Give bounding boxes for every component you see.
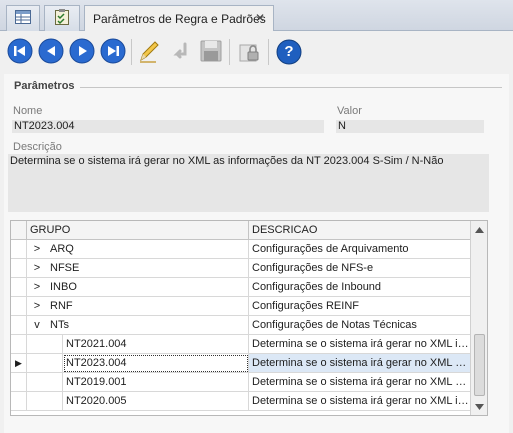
section-title: Parâmetros bbox=[14, 80, 75, 92]
table-row[interactable]: NT2020.005 Determina se o sistema irá ge… bbox=[11, 392, 471, 411]
save-button[interactable] bbox=[197, 38, 225, 66]
last-record-button[interactable] bbox=[99, 38, 127, 66]
scroll-up-icon[interactable] bbox=[473, 224, 485, 236]
parameter-description: Determina se o sistema irá gerar no XML … bbox=[249, 373, 471, 392]
row-indicator bbox=[11, 335, 27, 354]
toolbar: ? bbox=[0, 31, 513, 71]
vertical-scrollbar[interactable] bbox=[470, 221, 487, 415]
help-button[interactable]: ? bbox=[275, 38, 303, 66]
indent-spacer bbox=[27, 354, 63, 373]
row-indicator bbox=[11, 373, 27, 392]
close-tab-icon[interactable]: ✕ bbox=[255, 11, 265, 25]
indicator-header bbox=[11, 221, 27, 240]
expand-icon[interactable]: > bbox=[27, 278, 47, 297]
parameters-grid: GRUPO DESCRICAO > ARQ Configurações de A… bbox=[10, 220, 488, 416]
parameter-description: Determina se o sistema irá gerar no XML … bbox=[249, 335, 471, 354]
group-description: Configurações de NFS-e bbox=[249, 259, 471, 278]
description-field[interactable]: Determina se o sistema irá gerar no XML … bbox=[8, 154, 489, 212]
parameter-description: Determina se o sistema irá gerar no XML … bbox=[249, 392, 471, 411]
value-label: Valor bbox=[337, 105, 362, 117]
table-row[interactable]: NT2019.001 Determina se o sistema irá ge… bbox=[11, 373, 471, 392]
tab-bar: Parâmetros de Regra e Padrões ✕ bbox=[0, 0, 513, 32]
undo-button[interactable] bbox=[166, 38, 194, 66]
indent-spacer bbox=[27, 392, 63, 411]
group-name: RNF bbox=[47, 297, 249, 316]
next-record-button[interactable] bbox=[68, 38, 96, 66]
first-record-button[interactable] bbox=[6, 38, 34, 66]
group-row[interactable]: > INBO Configurações de Inbound bbox=[11, 278, 471, 297]
group-row[interactable]: > NFSE Configurações de NFS-e bbox=[11, 259, 471, 278]
lock-icon bbox=[237, 38, 263, 67]
row-selected-indicator-icon: ▶ bbox=[11, 354, 27, 373]
group-description: Configurações de Arquivamento bbox=[249, 240, 471, 259]
parameter-name: NT2023.004 bbox=[63, 354, 249, 373]
tab-parametros[interactable]: Parâmetros de Regra e Padrões ✕ bbox=[84, 5, 274, 32]
group-row[interactable]: > ARQ Configurações de Arquivamento bbox=[11, 240, 471, 259]
description-label: Descrição bbox=[13, 141, 62, 153]
indent-spacer bbox=[27, 335, 63, 354]
toolbar-separator bbox=[268, 39, 269, 65]
collapse-icon[interactable]: v bbox=[27, 316, 47, 335]
value-field[interactable]: N bbox=[336, 120, 484, 133]
tab-title: Parâmetros de Regra e Padrões bbox=[93, 12, 266, 26]
help-icon: ? bbox=[276, 39, 302, 65]
edit-icon bbox=[136, 38, 162, 67]
group-row-expanded[interactable]: v NTs Configurações de Notas Técnicas bbox=[11, 316, 471, 335]
section-divider bbox=[80, 87, 502, 88]
first-record-icon bbox=[7, 38, 33, 67]
edit-button[interactable] bbox=[135, 38, 163, 66]
name-label: Nome bbox=[13, 105, 43, 117]
help-glyph: ? bbox=[284, 43, 294, 60]
previous-record-button[interactable] bbox=[37, 38, 65, 66]
row-indicator bbox=[11, 316, 27, 335]
group-description: Configurações de Inbound bbox=[249, 278, 471, 297]
tab-grid[interactable] bbox=[6, 5, 40, 31]
parameter-name: NT2020.005 bbox=[63, 392, 249, 411]
parameter-name: NT2021.004 bbox=[63, 335, 249, 354]
row-indicator bbox=[11, 240, 27, 259]
table-row[interactable]: NT2021.004 Determina se o sistema irá ge… bbox=[11, 335, 471, 354]
table-row-selected[interactable]: ▶ NT2023.004 Determina se o sistema irá … bbox=[11, 354, 471, 373]
expand-icon[interactable]: > bbox=[27, 240, 47, 259]
row-indicator bbox=[11, 278, 27, 297]
group-name: NFSE bbox=[47, 259, 249, 278]
expand-icon[interactable]: > bbox=[27, 259, 47, 278]
column-header-descricao[interactable]: DESCRICAO bbox=[249, 221, 471, 240]
toolbar-separator bbox=[131, 39, 132, 65]
indent-spacer bbox=[27, 373, 63, 392]
save-icon bbox=[198, 38, 224, 67]
previous-record-icon bbox=[38, 38, 64, 67]
group-description: Configurações de Notas Técnicas bbox=[249, 316, 471, 335]
scrollbar-thumb[interactable] bbox=[474, 334, 485, 396]
group-description: Configurações REINF bbox=[249, 297, 471, 316]
column-header-grupo[interactable]: GRUPO bbox=[27, 221, 249, 240]
parameter-description: Determina se o sistema irá gerar no XML … bbox=[249, 354, 471, 373]
group-row[interactable]: > RNF Configurações REINF bbox=[11, 297, 471, 316]
name-field[interactable]: NT2023.004 bbox=[12, 120, 324, 133]
group-name: INBO bbox=[47, 278, 249, 297]
lock-button[interactable] bbox=[236, 38, 264, 66]
next-record-icon bbox=[69, 38, 95, 67]
group-name: NTs bbox=[47, 316, 249, 335]
scroll-down-icon[interactable] bbox=[473, 401, 485, 413]
tab-checklist[interactable] bbox=[44, 5, 80, 31]
expand-icon[interactable]: > bbox=[27, 297, 47, 316]
last-record-icon bbox=[100, 38, 126, 67]
parameter-name: NT2019.001 bbox=[63, 373, 249, 392]
checklist-icon bbox=[55, 9, 69, 28]
undo-icon bbox=[167, 38, 193, 67]
group-name: ARQ bbox=[47, 240, 249, 259]
row-indicator bbox=[11, 297, 27, 316]
row-indicator bbox=[11, 392, 27, 411]
row-indicator bbox=[11, 259, 27, 278]
grid-icon bbox=[15, 10, 31, 27]
toolbar-separator bbox=[229, 39, 230, 65]
